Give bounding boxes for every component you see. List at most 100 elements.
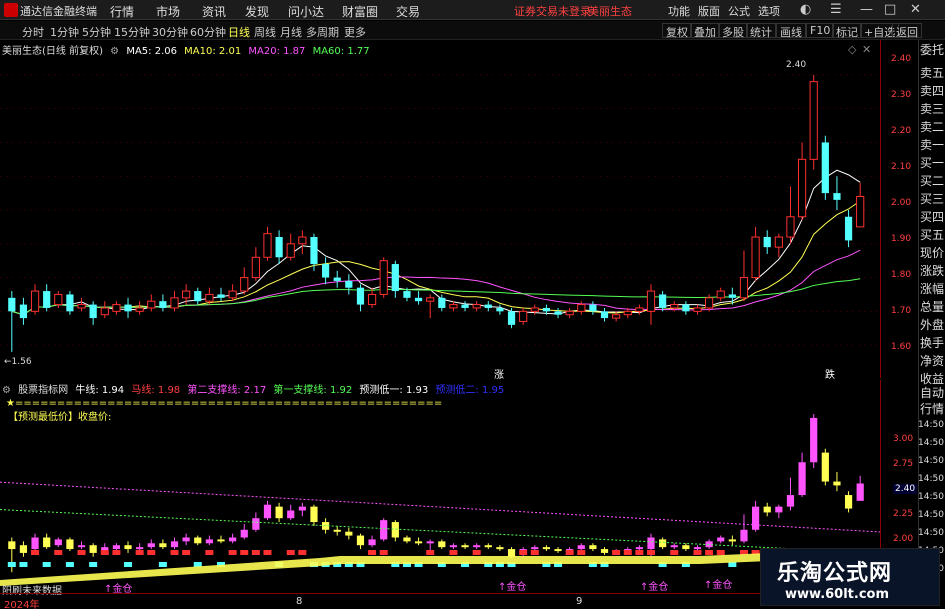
- statistics-button[interactable]: 统计: [746, 23, 776, 39]
- indicator-bar: [531, 547, 539, 550]
- period-weekly[interactable]: 周线: [254, 24, 276, 40]
- indicator-niu: 牛线: 1.94: [75, 385, 125, 396]
- period-15min[interactable]: 15分钟: [114, 24, 150, 40]
- panel-auto[interactable]: 自动: [920, 387, 944, 400]
- indicator-bar: [786, 495, 795, 507]
- indicator-chart[interactable]: [0, 380, 886, 590]
- candle-body: [496, 307, 504, 312]
- menu-trade[interactable]: 交易: [396, 3, 420, 20]
- candle-body: [159, 301, 167, 308]
- indicator-bar: [263, 504, 272, 519]
- candle-body: [786, 216, 795, 238]
- menu-ask[interactable]: 问小达: [288, 3, 324, 20]
- indicator-settings-icon[interactable]: ⚙: [2, 385, 11, 396]
- indicator-predict-label: 【预测最低价】收盘价:: [8, 412, 112, 423]
- candle-body: [739, 277, 749, 299]
- menu-wealth[interactable]: 财富圈: [342, 3, 378, 20]
- multi-stock-button[interactable]: 多股: [718, 23, 748, 39]
- candle-body: [646, 290, 656, 312]
- candle-body: [345, 280, 353, 288]
- period-monthly[interactable]: 月线: [280, 24, 302, 40]
- menu-news[interactable]: 资讯: [202, 3, 226, 20]
- candle-body: [89, 304, 97, 319]
- candle-body: [124, 304, 132, 312]
- panel-entrust[interactable]: 委托: [920, 44, 944, 57]
- candle-body: [100, 307, 109, 316]
- signal-dot: [31, 550, 40, 555]
- period-60min[interactable]: 60分钟: [190, 24, 226, 40]
- candle-body: [809, 81, 818, 160]
- candle-body: [147, 300, 156, 309]
- indicator-bar: [426, 541, 434, 544]
- back-button[interactable]: 返回: [892, 23, 922, 39]
- indicator-bar: [740, 529, 748, 542]
- period-1min[interactable]: 1分钟: [50, 24, 79, 40]
- signal-dot: [135, 550, 144, 555]
- chart-close-icon[interactable]: ✕: [862, 43, 871, 56]
- period-daily[interactable]: 日线: [228, 24, 250, 40]
- login-status[interactable]: 证券交易未登录: [514, 3, 591, 19]
- candle-body: [635, 307, 644, 312]
- indicator-bar: [54, 539, 62, 546]
- panel-turnover: 换手: [920, 336, 945, 350]
- close-icon[interactable]: ✕: [910, 2, 921, 17]
- candle-body: [554, 311, 562, 315]
- menu-market[interactable]: 市场: [156, 3, 180, 20]
- signal-dot: [251, 550, 260, 555]
- signal-dot: [716, 550, 725, 555]
- menu-formula[interactable]: 公式: [728, 3, 750, 19]
- candle-body: [565, 310, 574, 316]
- buy-signal: ↑金仓: [640, 582, 669, 593]
- menu-icon[interactable]: ☰: [830, 2, 842, 17]
- menu-quotes[interactable]: 行情: [110, 3, 134, 20]
- indicator-support2: 第二支撑线: 2.17: [187, 385, 267, 396]
- indicator-bar: [484, 545, 492, 548]
- candlestick-chart[interactable]: [0, 40, 886, 378]
- indicator-bar: [682, 545, 690, 550]
- menu-function[interactable]: 功能: [668, 3, 690, 19]
- skin-icon[interactable]: ◐: [800, 2, 811, 17]
- period-timeshare[interactable]: 分时: [22, 24, 44, 40]
- indicator-bar: [810, 417, 818, 463]
- overlay-button[interactable]: 叠加: [690, 23, 720, 39]
- signal-dot: [577, 550, 586, 555]
- indicator-bar: [136, 547, 144, 550]
- period-30min[interactable]: 30分钟: [152, 24, 188, 40]
- signal-dot: [623, 550, 632, 555]
- signal-dot: [205, 550, 214, 555]
- indicator-bar: [182, 537, 190, 542]
- mark-button[interactable]: 标记: [832, 23, 862, 39]
- support2-line: [0, 481, 881, 533]
- indicator-bar: [659, 539, 667, 548]
- menu-layout[interactable]: 版面: [698, 3, 720, 19]
- minimize-icon[interactable]: —: [860, 2, 873, 17]
- rise-marker: 涨: [494, 370, 504, 381]
- draw-line-button[interactable]: 画线: [776, 23, 806, 39]
- panel-bid3: 买三: [920, 192, 945, 206]
- signal-dot: [728, 562, 737, 567]
- indicator-bar: [19, 545, 28, 553]
- indicator-bar: [414, 541, 423, 544]
- f10-button[interactable]: F10: [806, 23, 835, 38]
- indicator-bar: [438, 541, 446, 548]
- settings-icon[interactable]: ⚙: [110, 46, 119, 57]
- period-multi[interactable]: 多周期: [306, 24, 339, 40]
- candle-body: [321, 264, 330, 278]
- date-axis: 2024年 8 9: [0, 593, 880, 609]
- ma5-line: [11, 169, 861, 316]
- candle-body: [263, 233, 272, 258]
- maximize-icon[interactable]: □: [884, 2, 896, 17]
- indicator-bar: [8, 541, 16, 550]
- menu-options[interactable]: 选项: [758, 3, 780, 19]
- indicator-bar: [577, 545, 585, 550]
- period-more[interactable]: 更多: [344, 24, 366, 40]
- panel-quote[interactable]: 行情: [920, 403, 944, 416]
- chart-expand-icon[interactable]: ◇: [848, 43, 856, 56]
- indicator-bar: [798, 462, 806, 496]
- menu-discover[interactable]: 发现: [245, 3, 269, 20]
- signal-dot: [124, 562, 133, 567]
- adjust-button[interactable]: 复权: [662, 23, 692, 39]
- candle-body: [194, 291, 202, 302]
- period-5min[interactable]: 5分钟: [82, 24, 111, 40]
- candle-body: [716, 290, 725, 299]
